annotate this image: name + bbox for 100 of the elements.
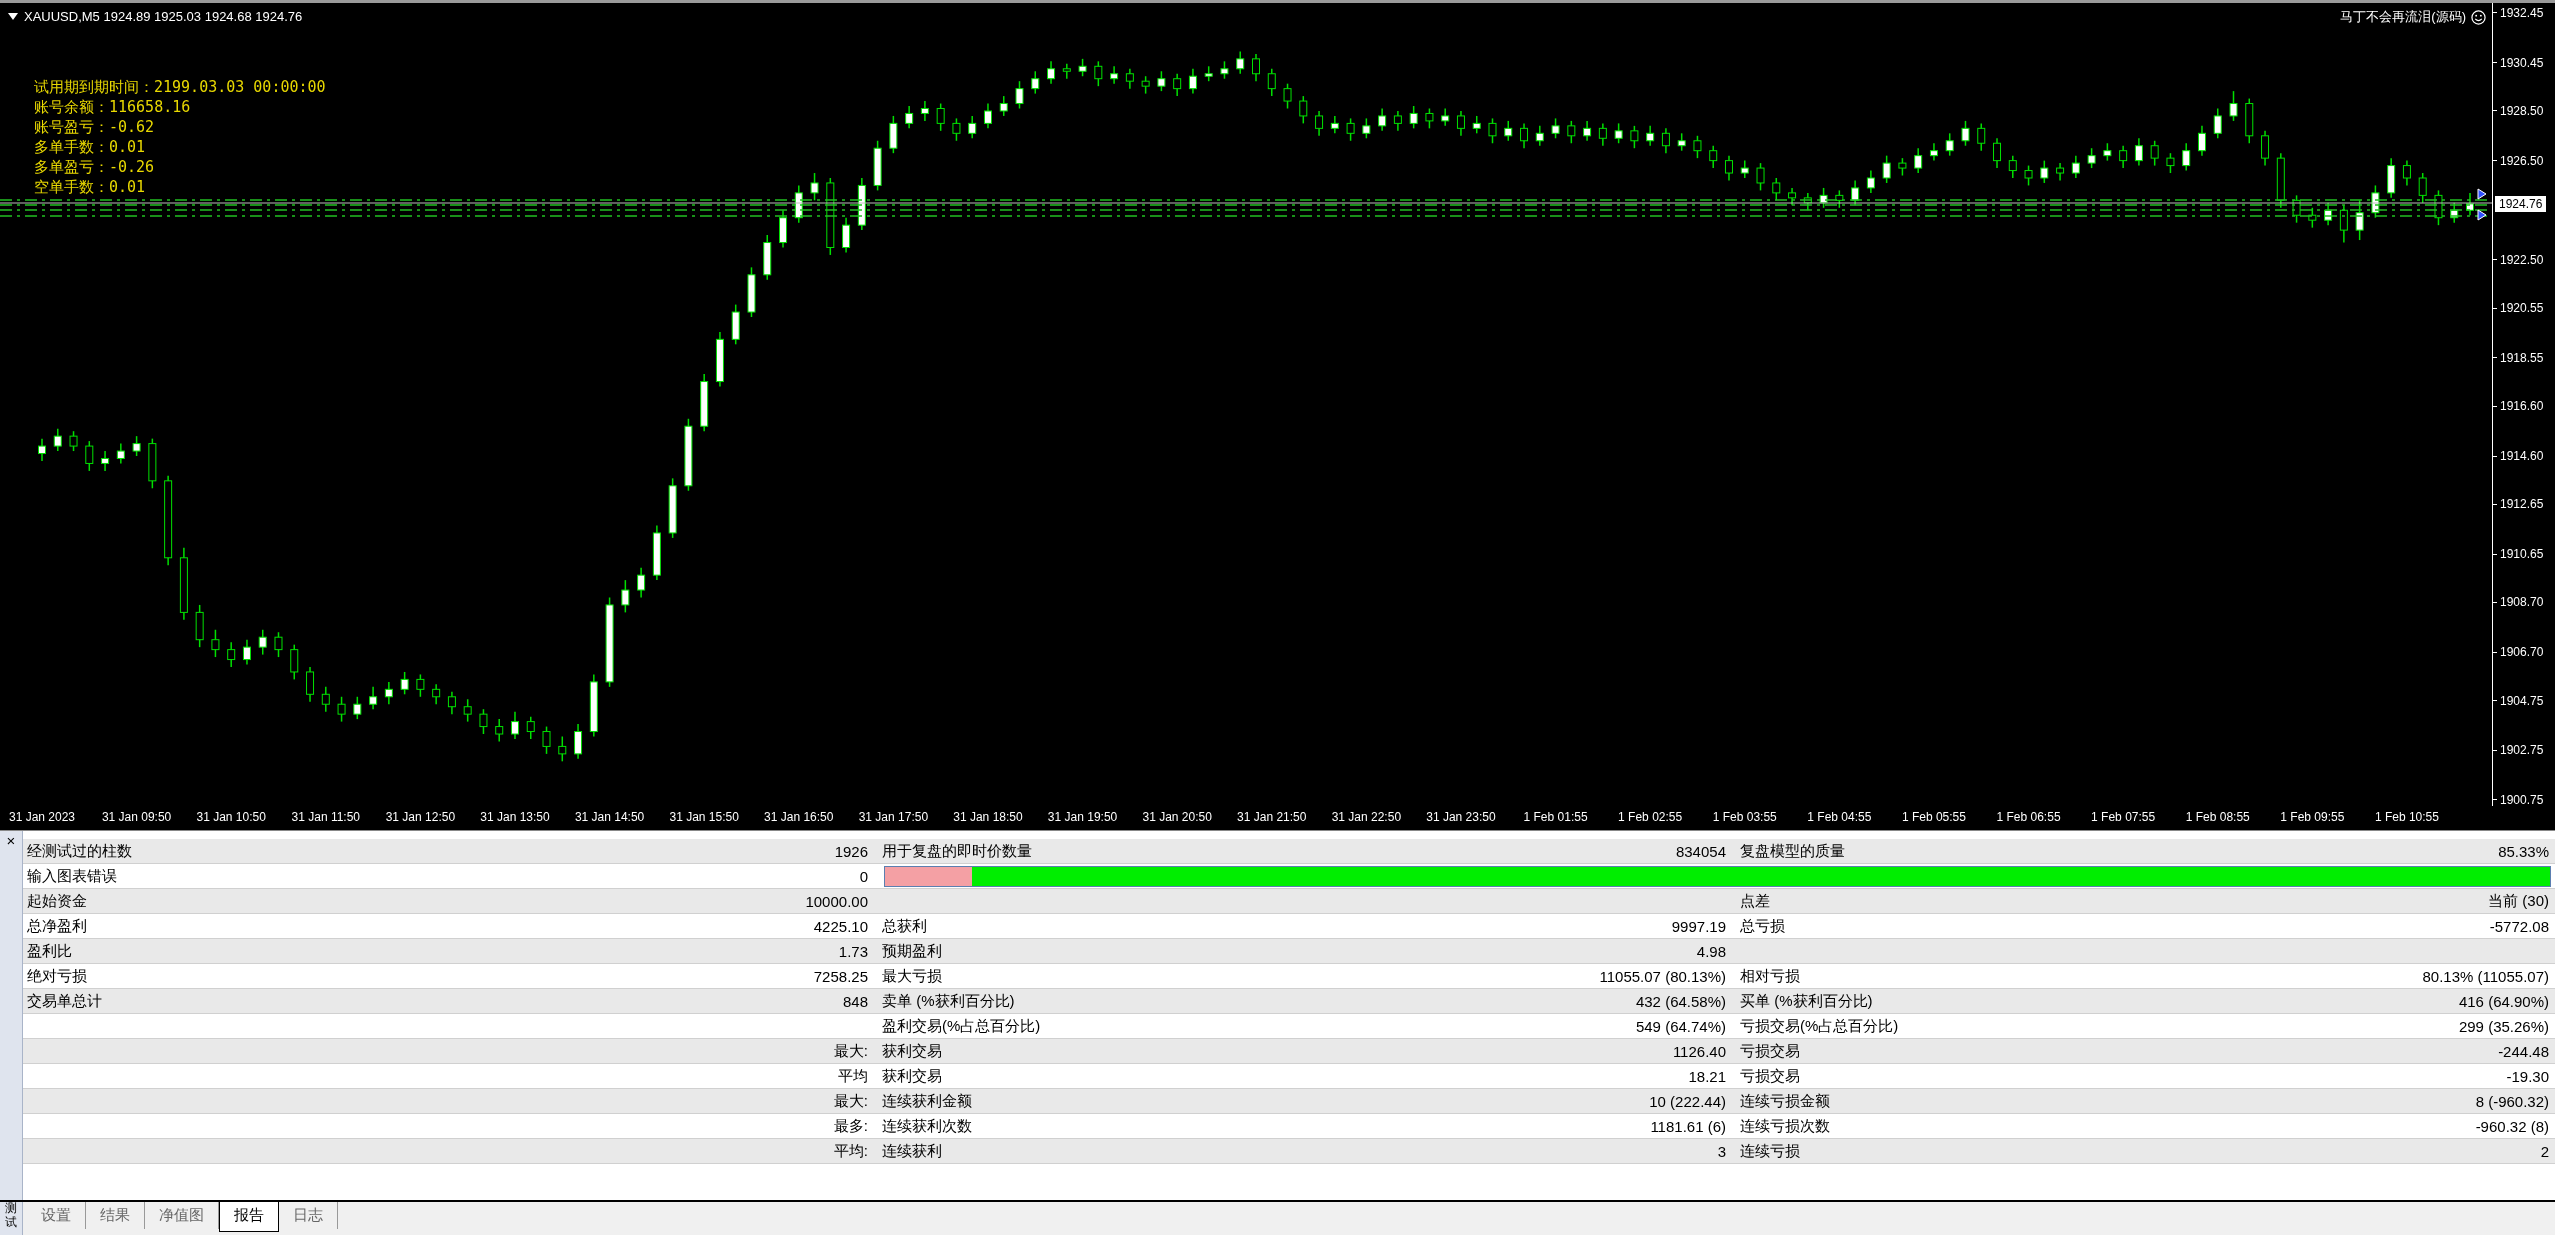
candle bbox=[1015, 80, 1024, 110]
time-label: 1 Feb 02:55 bbox=[1618, 810, 1683, 824]
table-cell: 10 (222.44) bbox=[1649, 1092, 1726, 1110]
candle bbox=[1330, 115, 1339, 135]
candle bbox=[416, 673, 425, 698]
price-label: 1908.70 bbox=[2500, 595, 2544, 610]
candle bbox=[1283, 82, 1292, 110]
candle bbox=[1535, 125, 1544, 147]
info-line: 试用期到期时间：2199.03.03 00:00:00 bbox=[34, 77, 326, 97]
candle bbox=[1756, 162, 1765, 192]
candle bbox=[337, 696, 346, 723]
candle bbox=[1378, 107, 1387, 132]
table-cell: 亏损交易 bbox=[1740, 1066, 1800, 1086]
table-cell: 连续获利 bbox=[882, 1141, 942, 1161]
candle bbox=[2308, 207, 2317, 229]
price-label: 1910.65 bbox=[2500, 547, 2544, 562]
candle bbox=[715, 331, 724, 388]
time-label: 31 Jan 23:50 bbox=[1426, 810, 1496, 824]
candle bbox=[1693, 135, 1702, 159]
candle bbox=[2040, 159, 2049, 184]
table-cell: 复盘模型的质量 bbox=[1740, 841, 1845, 861]
candle bbox=[101, 450, 110, 472]
table-cell: 最大亏损 bbox=[882, 966, 942, 986]
table-cell: 用于复盘的即时价数量 bbox=[882, 841, 1032, 861]
time-label: 31 Jan 20:50 bbox=[1142, 810, 1212, 824]
table-cell: 80.13% (11055.07) bbox=[2422, 967, 2549, 985]
candle bbox=[1157, 70, 1166, 92]
candle bbox=[85, 440, 94, 472]
info-line: 账号余额：116658.16 bbox=[34, 97, 192, 117]
candle bbox=[132, 435, 141, 457]
time-label: 31 Jan 16:50 bbox=[764, 810, 834, 824]
price-label: 1918.55 bbox=[2500, 350, 2544, 365]
time-label: 31 Jan 15:50 bbox=[669, 810, 739, 824]
candle bbox=[968, 115, 977, 140]
candle bbox=[1929, 142, 1938, 162]
candle bbox=[983, 102, 992, 130]
arrow-icon bbox=[2477, 209, 2487, 221]
candle bbox=[1346, 117, 1355, 142]
time-label: 31 Jan 21:50 bbox=[1237, 810, 1307, 824]
tab[interactable]: 日志 bbox=[279, 1202, 338, 1230]
candle bbox=[700, 373, 709, 432]
table-cell: 平均: bbox=[833, 1141, 868, 1161]
table-cell: 买单 (%获利百分比) bbox=[1740, 991, 1873, 1011]
price-label: 1906.70 bbox=[2500, 645, 2544, 660]
candle bbox=[1188, 68, 1197, 95]
table-cell: 总亏损 bbox=[1740, 916, 1785, 936]
candle bbox=[1441, 107, 1450, 127]
candle bbox=[1094, 60, 1103, 87]
table-cell: 当前 (30) bbox=[2488, 891, 2549, 911]
time-label: 1 Feb 05:55 bbox=[1901, 810, 1966, 824]
table-cell: 9997.19 bbox=[1671, 917, 1726, 935]
candle bbox=[369, 686, 378, 710]
candle bbox=[353, 696, 362, 720]
candle bbox=[211, 629, 220, 658]
table-cell: 最大: bbox=[833, 1091, 868, 1111]
candle bbox=[905, 105, 914, 130]
candle bbox=[1945, 132, 1954, 157]
tab[interactable]: 报告 bbox=[219, 1202, 279, 1233]
candle bbox=[1504, 120, 1513, 142]
tab[interactable]: 结果 bbox=[86, 1202, 145, 1230]
candle bbox=[495, 718, 504, 743]
candle bbox=[1914, 147, 1923, 174]
table-cell: 卖单 (%获利百分比) bbox=[882, 991, 1015, 1011]
candle bbox=[1630, 125, 1639, 149]
table-cell: 1926 bbox=[834, 842, 868, 860]
time-label: 1 Feb 04:55 bbox=[1807, 810, 1872, 824]
table-cell: 最多: bbox=[833, 1116, 868, 1136]
candle bbox=[1520, 122, 1529, 149]
candle bbox=[511, 710, 519, 740]
candle bbox=[542, 725, 551, 755]
price-label: 1916.60 bbox=[2500, 399, 2544, 414]
candle bbox=[2434, 189, 2443, 226]
time-label: 31 Jan 2023 bbox=[8, 810, 76, 824]
candle bbox=[999, 95, 1008, 117]
candle bbox=[1866, 169, 1875, 194]
table-cell: 交易单总计 bbox=[27, 991, 102, 1011]
candle bbox=[2087, 147, 2096, 169]
candle bbox=[384, 681, 393, 705]
table-cell: -244.48 bbox=[2498, 1042, 2549, 1060]
table-cell: 连续获利金额 bbox=[882, 1091, 972, 1111]
candle bbox=[1677, 132, 1686, 152]
candle bbox=[810, 172, 819, 202]
candle bbox=[447, 691, 456, 715]
candle bbox=[652, 524, 661, 581]
candle bbox=[621, 579, 630, 614]
candle bbox=[1393, 110, 1402, 132]
dropdown-triangle-icon[interactable] bbox=[8, 13, 18, 20]
tab[interactable]: 设置 bbox=[27, 1202, 86, 1230]
candle bbox=[2166, 152, 2175, 174]
candle bbox=[242, 638, 251, 666]
candle bbox=[1993, 137, 2001, 169]
candle bbox=[1204, 65, 1213, 82]
candle bbox=[2466, 192, 2474, 216]
candle bbox=[889, 115, 898, 154]
price-label: 1932.45 bbox=[2500, 5, 2544, 20]
candle bbox=[857, 177, 866, 231]
candle bbox=[195, 604, 204, 648]
price-label: 1900.75 bbox=[2500, 792, 2544, 807]
current-price-tag: 1924.76 bbox=[2495, 196, 2547, 212]
close-button[interactable]: × bbox=[6, 831, 16, 849]
